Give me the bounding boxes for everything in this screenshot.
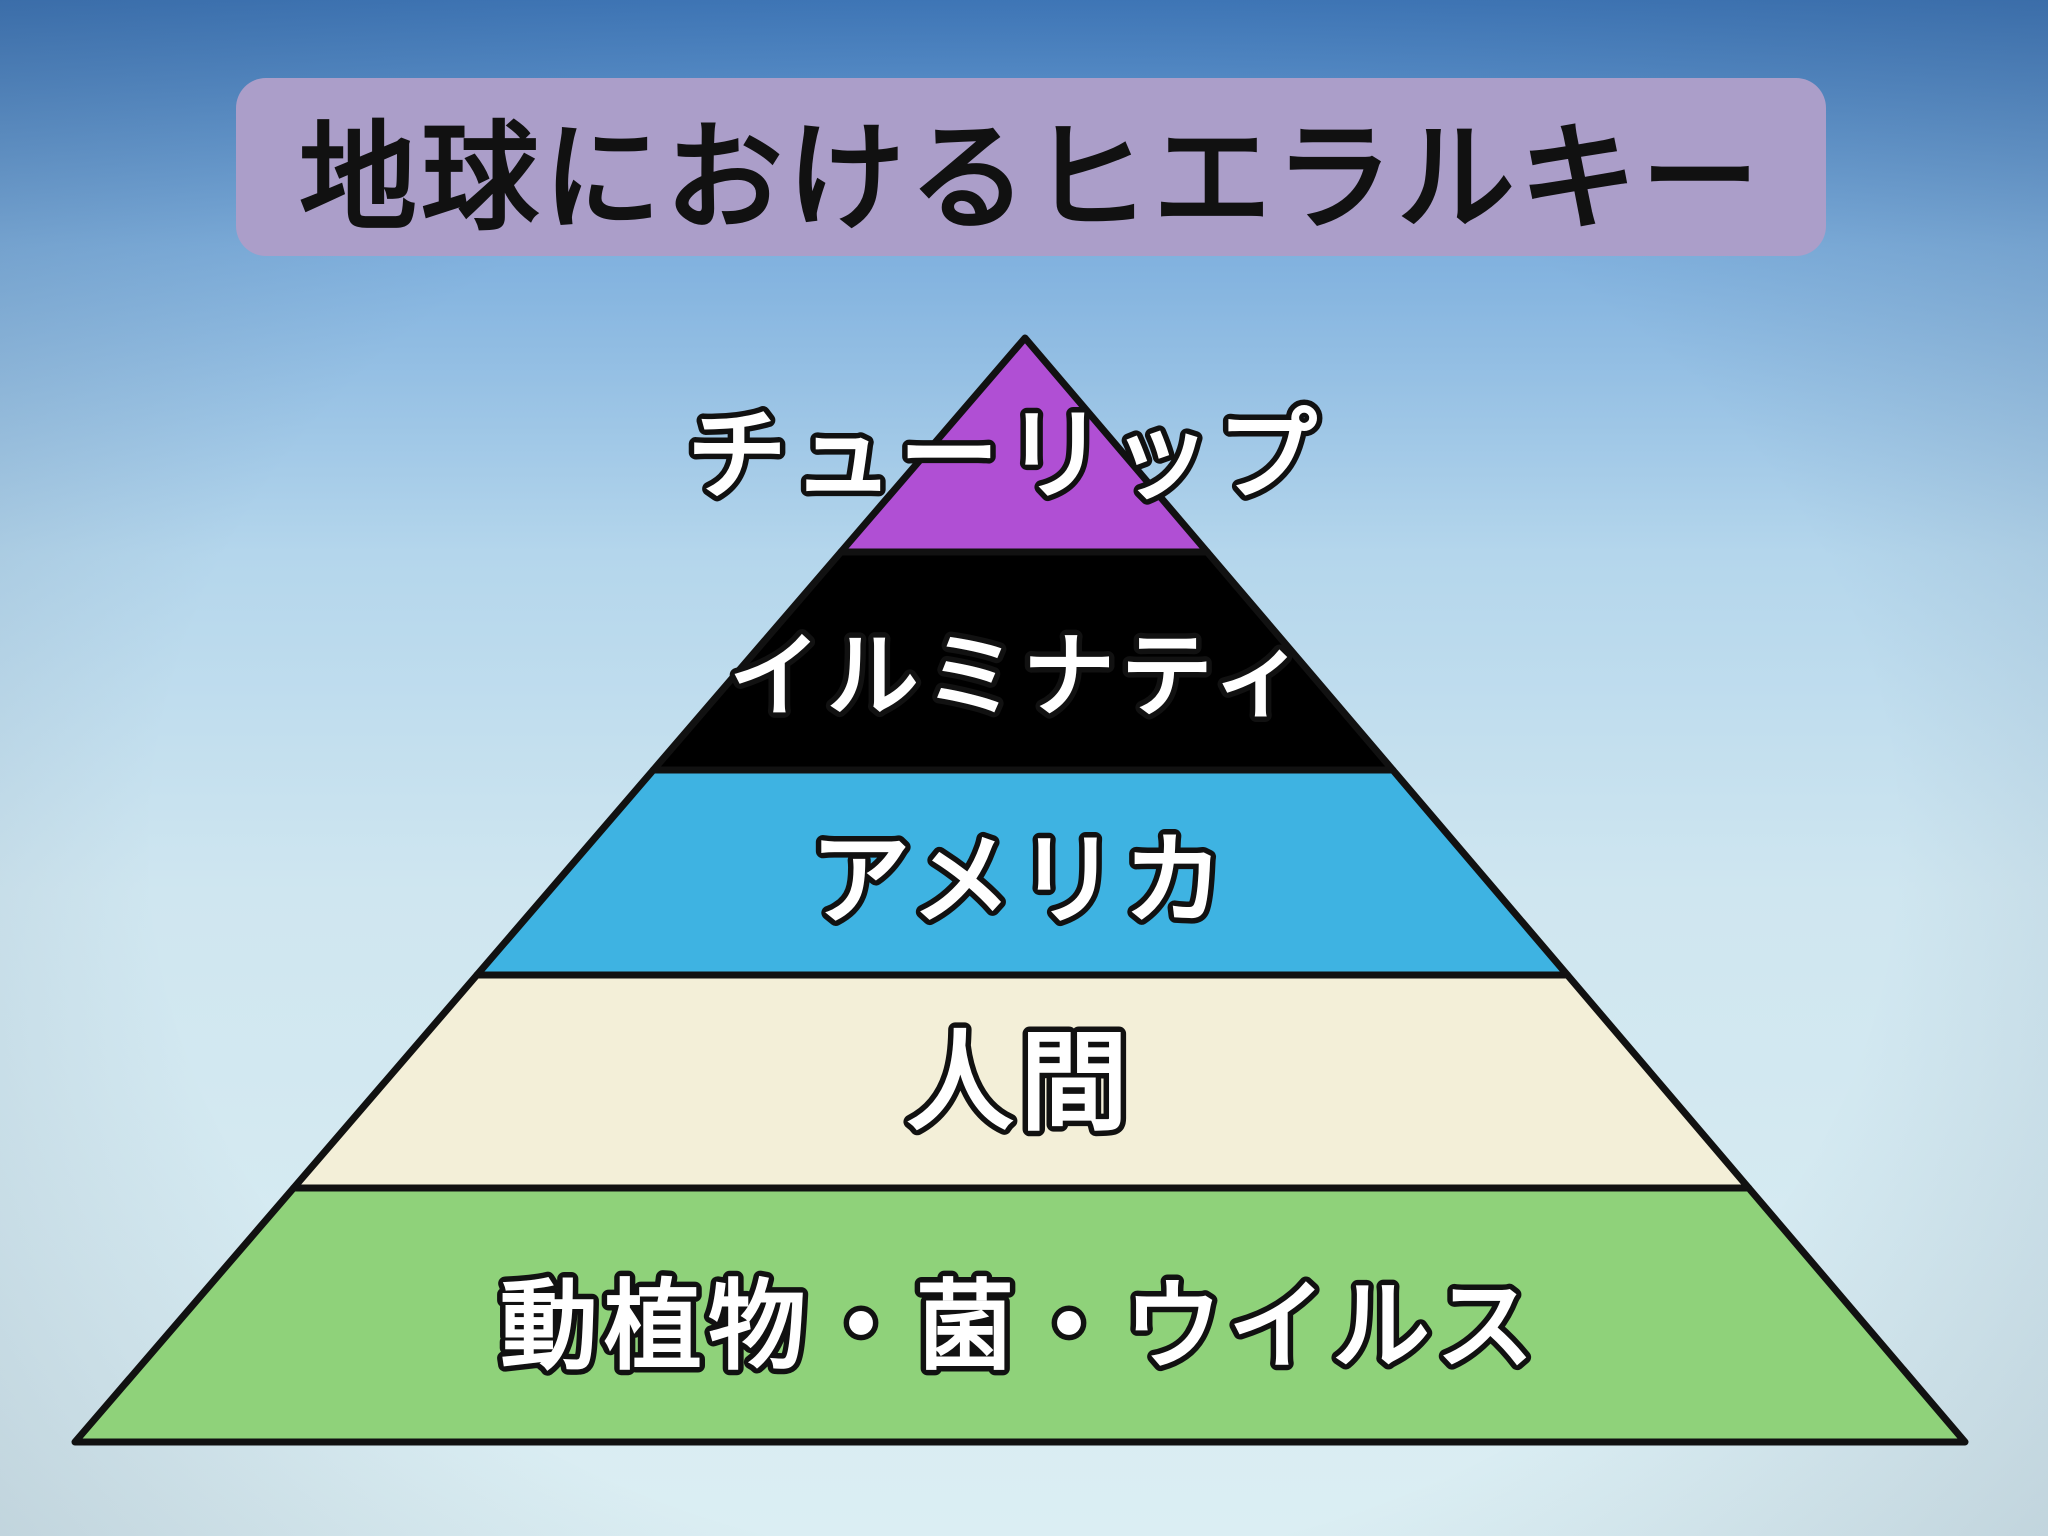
layer-tulip-label: チューリップ — [687, 397, 1323, 514]
layer-humans-label: 人間 — [906, 1021, 1134, 1146]
layer-america-label: アメリカ — [811, 822, 1230, 939]
hierarchy-pyramid: チューリップ イルミナティ アメリカ 人間 動植物・菌・ウイルス — [71, 334, 1969, 1446]
layer-illuminati-label: イルミナティ — [729, 623, 1311, 730]
layer-organisms-label: 動植物・菌・ウイルス — [500, 1270, 1540, 1384]
